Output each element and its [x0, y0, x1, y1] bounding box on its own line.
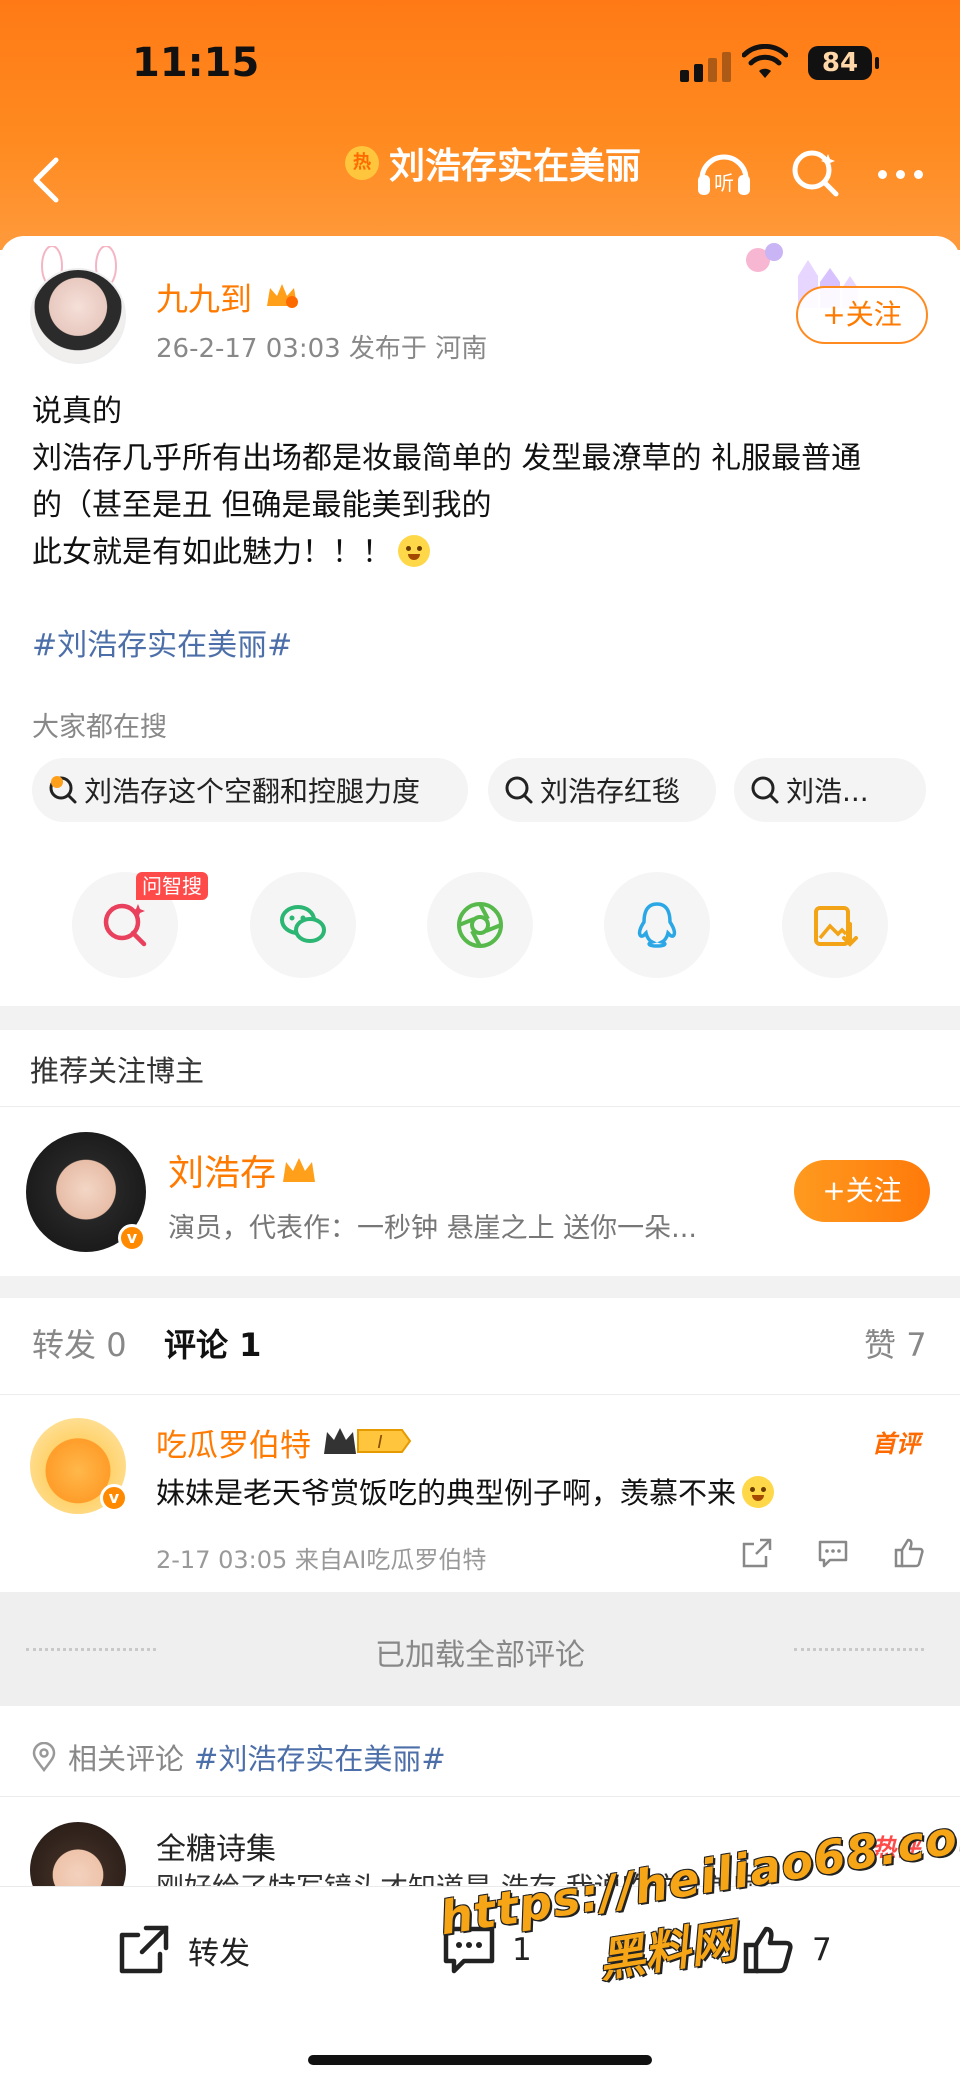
crying-emoji-icon [398, 535, 430, 567]
share-comment-icon[interactable] [740, 1536, 774, 1570]
divider [0, 1394, 960, 1395]
divider [0, 1106, 960, 1107]
comment-body: 妹妹是老天爷赏饭吃的典型例子啊，羡慕不来 [156, 1476, 737, 1510]
post-line: 说真的 [32, 394, 122, 429]
share-wechat-button[interactable] [250, 872, 356, 978]
search-icon[interactable] [790, 148, 842, 200]
like-comment-icon[interactable] [892, 1536, 926, 1570]
status-time: 11:15 [132, 40, 260, 86]
member-level-badge: I [324, 1428, 412, 1454]
commenter-name[interactable]: 吃瓜罗伯特 [156, 1420, 311, 1465]
search-chip-label: 刘浩... [786, 775, 869, 808]
vip-crown-icon [283, 1158, 315, 1182]
wechat-icon [280, 905, 326, 943]
search-chip-label: 刘浩存红毯 [540, 775, 681, 808]
more-options-icon[interactable] [878, 170, 923, 179]
post-hashtag-link[interactable]: #刘浩存实在美丽# [32, 620, 292, 664]
forward-label: 转发 [188, 1935, 250, 1972]
share-qq-button[interactable] [604, 872, 710, 978]
post-line: 刘浩存几乎所有出场都是妆最简单的 发型最潦草的 礼服最普通 [32, 441, 862, 476]
search-chip[interactable]: 刘浩存红毯 [488, 758, 716, 822]
tab-like-count: 7 [906, 1326, 927, 1364]
post-meta: 26-2-17 03:03 发布于 河南 [156, 334, 488, 364]
first-comment-tag: 首评 [872, 1430, 920, 1458]
ask-search-tag: 问智搜 [136, 872, 208, 900]
tab-like[interactable]: 赞 7 [864, 1320, 927, 1366]
search-icon [751, 776, 779, 804]
post-body: 说真的 刘浩存几乎所有出场都是妆最简单的 发型最潦草的 礼服最普通 的（甚至是丑… [32, 388, 932, 576]
divider [0, 1796, 960, 1797]
post-line: 此女就是有如此魅力！！！ [32, 529, 932, 576]
battery-indicator: 84 [808, 46, 879, 80]
hot-search-icon [49, 776, 77, 804]
forward-icon [119, 1925, 169, 1974]
page-title: 热 刘浩存实在美丽 [345, 137, 641, 189]
member-level-text: I [377, 1432, 382, 1453]
follow-author-button[interactable]: +关注 [796, 286, 928, 344]
tab-like-label: 赞 [864, 1326, 897, 1364]
ai-search-icon [103, 903, 147, 947]
tab-comment-count: 1 [239, 1326, 262, 1364]
trending-search-label: 大家都在搜 [32, 712, 167, 743]
post-line-text: 此女就是有如此魅力！！！ [32, 535, 392, 570]
all-comments-loaded-text: 已加载全部评论 [375, 1638, 585, 1673]
related-comments-header: 相关评论 #刘浩存实在美丽# [30, 1736, 446, 1778]
tab-comment-label: 评论 [164, 1326, 229, 1364]
post-line: 的（甚至是丑 但确是最能美到我的 [32, 488, 492, 523]
related-hashtag-link[interactable]: #刘浩存实在美丽# [194, 1736, 446, 1778]
wifi-icon [742, 44, 788, 78]
section-divider [0, 1006, 960, 1030]
share-moments-button[interactable] [427, 872, 533, 978]
qq-penguin-icon [637, 902, 677, 948]
author-avatar[interactable] [30, 268, 126, 364]
dotted-divider [794, 1648, 924, 1651]
comment-text: 妹妹是老天爷赏饭吃的典型例子啊，羡慕不来 [156, 1470, 775, 1512]
related-comments-label: 相关评论 [68, 1742, 185, 1776]
verified-badge-icon: v [100, 1484, 128, 1512]
search-chip[interactable]: 刘浩... [734, 758, 926, 822]
listen-headphones-icon[interactable]: 听 [694, 145, 754, 201]
top-header: 11:15 84 热 刘浩存实在美丽 听 [0, 0, 960, 250]
tab-forward[interactable]: 转发 0 [32, 1320, 127, 1366]
tab-forward-count: 0 [106, 1326, 127, 1364]
search-chip-label: 刘浩存这个空翻和控腿力度 [84, 775, 421, 808]
tab-comment[interactable]: 评论 1 [164, 1320, 261, 1366]
location-pin-icon [32, 1742, 56, 1772]
related-commenter-name[interactable]: 全糖诗集 [156, 1824, 276, 1868]
recommended-name[interactable]: 刘浩存 [168, 1144, 276, 1196]
cellular-signal-icon [680, 52, 731, 82]
image-download-icon [814, 906, 858, 947]
svg-text:听: 听 [714, 171, 734, 195]
tab-forward-label: 转发 [32, 1326, 97, 1364]
search-icon [505, 776, 533, 804]
hot-badge: 热 [345, 146, 379, 180]
search-chip[interactable]: 刘浩存这个空翻和控腿力度 [32, 758, 468, 822]
page-title-text: 刘浩存实在美丽 [389, 146, 642, 187]
comment-meta: 2-17 03:05 来自AI吃瓜罗伯特 [156, 1546, 487, 1574]
author-name[interactable]: 九九到 [156, 274, 252, 320]
verified-badge-icon: v [118, 1224, 146, 1252]
save-image-button[interactable] [782, 872, 888, 978]
reply-comment-icon[interactable] [816, 1536, 850, 1570]
interaction-tabs: 转发 0 评论 1 赞 7 [0, 1320, 960, 1380]
laughing-tears-emoji-icon [742, 1476, 775, 1508]
forward-button[interactable]: 转发 [116, 1923, 250, 1977]
home-indicator [308, 2055, 652, 2065]
vip-crown-icon [267, 284, 298, 308]
back-icon[interactable] [22, 150, 72, 210]
recommend-section-title: 推荐关注博主 [30, 1054, 205, 1088]
section-divider [0, 1276, 960, 1298]
follow-recommended-button[interactable]: +关注 [794, 1160, 930, 1222]
all-comments-loaded-banner: 已加载全部评论 [0, 1592, 960, 1706]
moments-aperture-icon [457, 902, 503, 948]
recommended-description: 演员，代表作：一秒钟 悬崖之上 送你一朵... [168, 1213, 697, 1244]
